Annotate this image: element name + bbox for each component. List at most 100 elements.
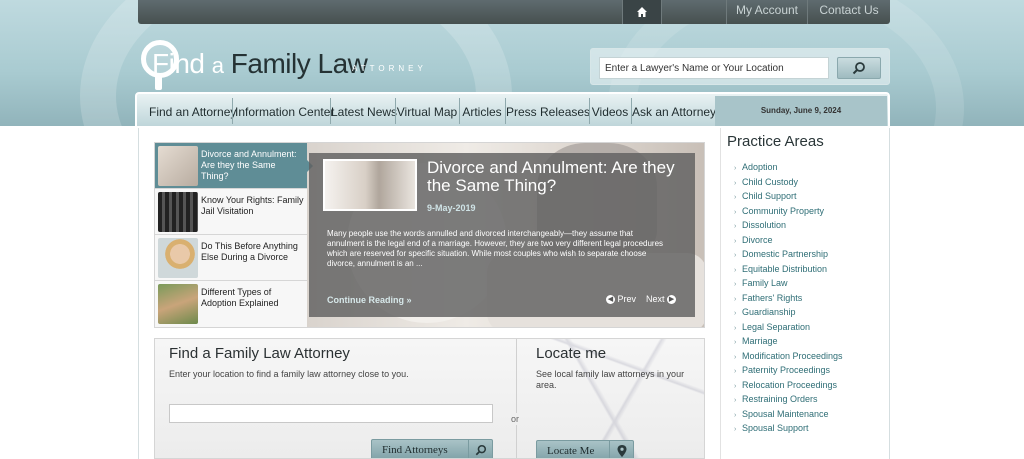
- practice-area-link[interactable]: › Community Property: [734, 204, 884, 219]
- practice-areas-list: › Adoption › Child Custody › Child Support › Co…: [734, 160, 884, 436]
- practice-area-link[interactable]: › Domestic Partnership: [734, 247, 884, 262]
- map-pin-icon: [609, 441, 633, 458]
- practice-area-label: Family Law: [742, 278, 788, 288]
- thumb-title: Different Types of Adoption Explained: [201, 287, 279, 308]
- slide-caption: Divorce and Annulment: Are they the Same…: [309, 153, 695, 317]
- slider-thumb[interactable]: Know Your Rights: Family Jail Visitation: [155, 189, 307, 235]
- slide-excerpt: Many people use the words annulled and d…: [327, 229, 664, 268]
- slider-thumb[interactable]: Divorce and Annulment: Are they the Same…: [155, 143, 313, 189]
- practice-area-link[interactable]: › Guardianship: [734, 305, 884, 320]
- search-container: [590, 48, 890, 85]
- slide-thumbnail-image: [323, 159, 417, 211]
- practice-area-label: Fathers' Rights: [742, 292, 803, 303]
- slide-date: 9-May-2019: [427, 203, 476, 213]
- practice-area-link[interactable]: › Child Support: [734, 189, 884, 204]
- practice-area-label: Adoption: [742, 162, 778, 172]
- practice-area-link[interactable]: › Adoption: [734, 160, 884, 175]
- find-attorneys-label: Find Attorneys: [382, 444, 448, 456]
- practice-area-label: Modification Proceedings: [742, 350, 843, 361]
- thumb-title: Know Your Rights: Family Jail Visitation: [201, 195, 304, 216]
- practice-area-link[interactable]: › Modification Proceedings: [734, 349, 884, 364]
- featured-slider: Divorce and Annulment: Are they the Same…: [154, 142, 705, 328]
- nav-latest-news[interactable]: Latest News: [331, 98, 397, 124]
- nav-ask-an-attorney[interactable]: Ask an Attorney: [632, 98, 716, 124]
- sidebar-divider: [720, 128, 721, 459]
- practice-area-label: Spousal Maintenance: [742, 408, 829, 419]
- search-icon: [468, 440, 492, 458]
- my-account-link[interactable]: My Account: [727, 0, 807, 24]
- nav-separator: [232, 98, 233, 124]
- practice-area-link[interactable]: › Paternity Proceedings: [734, 363, 884, 378]
- practice-area-label: Divorce: [742, 234, 773, 245]
- logo-family-law: Family Law: [230, 48, 368, 79]
- slider-thumb[interactable]: Different Types of Adoption Explained: [155, 281, 307, 327]
- practice-area-label: Child Support: [742, 191, 797, 201]
- search-button[interactable]: [837, 57, 881, 79]
- search-input[interactable]: [599, 57, 829, 79]
- practice-area-label: Child Custody: [742, 176, 799, 187]
- locate-me-text: See local family law attorneys in your a…: [536, 369, 685, 390]
- practice-area-link[interactable]: › Child Custody: [734, 175, 884, 190]
- logo-find: Find: [152, 48, 205, 79]
- practice-area-link[interactable]: › Marriage: [734, 334, 884, 349]
- slider-thumbnails: Divorce and Annulment: Are they the Same…: [155, 143, 313, 327]
- prev-label: Prev: [617, 294, 637, 304]
- find-attorney-text: Enter your location to find a family law…: [169, 369, 409, 379]
- nav-videos[interactable]: Videos: [590, 98, 630, 124]
- thumb-title: Divorce and Annulment: Are they the Same…: [201, 149, 297, 181]
- practice-area-link[interactable]: › Divorce: [734, 233, 884, 248]
- find-attorney-title: Find a Family Law Attorney: [169, 345, 350, 362]
- page-wrapper: My Account Contact Us Find a Family Law …: [135, 0, 890, 459]
- continue-reading-label: Continue Reading: [327, 295, 404, 305]
- nav-press-releases[interactable]: Press Releases: [506, 98, 590, 124]
- practice-area-link[interactable]: › Spousal Maintenance: [734, 407, 884, 422]
- practice-area-link[interactable]: › Fathers' Rights: [734, 291, 884, 306]
- locate-panel: Find a Family Law Attorney Enter your lo…: [154, 338, 705, 459]
- practice-area-link[interactable]: › Dissolution: [734, 218, 884, 233]
- practice-areas-title: Practice Areas: [727, 133, 824, 150]
- thumb-image: [158, 192, 198, 232]
- locate-me-label: Locate Me: [547, 445, 595, 457]
- locate-me-button[interactable]: Locate Me: [536, 440, 634, 458]
- practice-area-link[interactable]: › Restraining Orders: [734, 392, 884, 407]
- slider-thumb[interactable]: Do This Before Anything Else During a Di…: [155, 235, 307, 281]
- nav-virtual-map[interactable]: Virtual Map: [396, 98, 458, 124]
- double-chevron-icon: »: [406, 295, 412, 305]
- main-navigation: Find an Attorney Information Center Late…: [135, 92, 890, 128]
- practice-area-label: Equitable Distribution: [742, 263, 828, 274]
- nav-articles[interactable]: Articles: [460, 98, 504, 124]
- practice-area-link[interactable]: › Spousal Support: [734, 421, 884, 436]
- home-button[interactable]: [622, 0, 662, 24]
- practice-area-label: Guardianship: [742, 307, 796, 317]
- slide-title[interactable]: Divorce and Annulment: Are they the Same…: [427, 159, 687, 195]
- search-icon: [852, 62, 865, 75]
- practice-area-link[interactable]: › Legal Separation: [734, 320, 884, 335]
- practice-area-label: Dissolution: [742, 220, 787, 230]
- location-input[interactable]: [169, 404, 493, 423]
- current-date: Sunday, June 9, 2024: [715, 96, 887, 126]
- nav-find-an-attorney[interactable]: Find an Attorney: [149, 98, 236, 124]
- practice-area-label: Legal Separation: [742, 321, 811, 332]
- next-button[interactable]: Next ▶: [646, 294, 677, 305]
- chevron-right-icon: ▶: [667, 295, 677, 305]
- practice-area-label: Relocation Proceedings: [742, 379, 838, 390]
- thumb-image: [158, 238, 198, 278]
- find-attorneys-button[interactable]: Find Attorneys: [371, 439, 493, 458]
- or-separator: or: [511, 413, 520, 425]
- contact-us-link[interactable]: Contact Us: [808, 0, 890, 24]
- practice-area-link[interactable]: › Relocation Proceedings: [734, 378, 884, 393]
- practice-area-label: Paternity Proceedings: [742, 365, 831, 375]
- prev-button[interactable]: ◀ Prev: [606, 294, 637, 305]
- chevron-left-icon: ◀: [606, 295, 615, 305]
- practice-area-link[interactable]: › Equitable Distribution: [734, 262, 884, 277]
- panel-divider: [516, 339, 517, 458]
- logo-a: a: [211, 53, 224, 78]
- thumb-image: [158, 146, 198, 186]
- nav-information-center[interactable]: Information Center: [235, 98, 334, 124]
- practice-area-link[interactable]: › Family Law: [734, 276, 884, 291]
- site-logo[interactable]: Find a Family Law: [152, 48, 368, 80]
- next-label: Next: [646, 294, 665, 304]
- continue-reading-link[interactable]: Continue Reading »: [327, 295, 412, 305]
- practice-area-label: Restraining Orders: [742, 394, 818, 404]
- top-bar: My Account Contact Us: [138, 0, 890, 24]
